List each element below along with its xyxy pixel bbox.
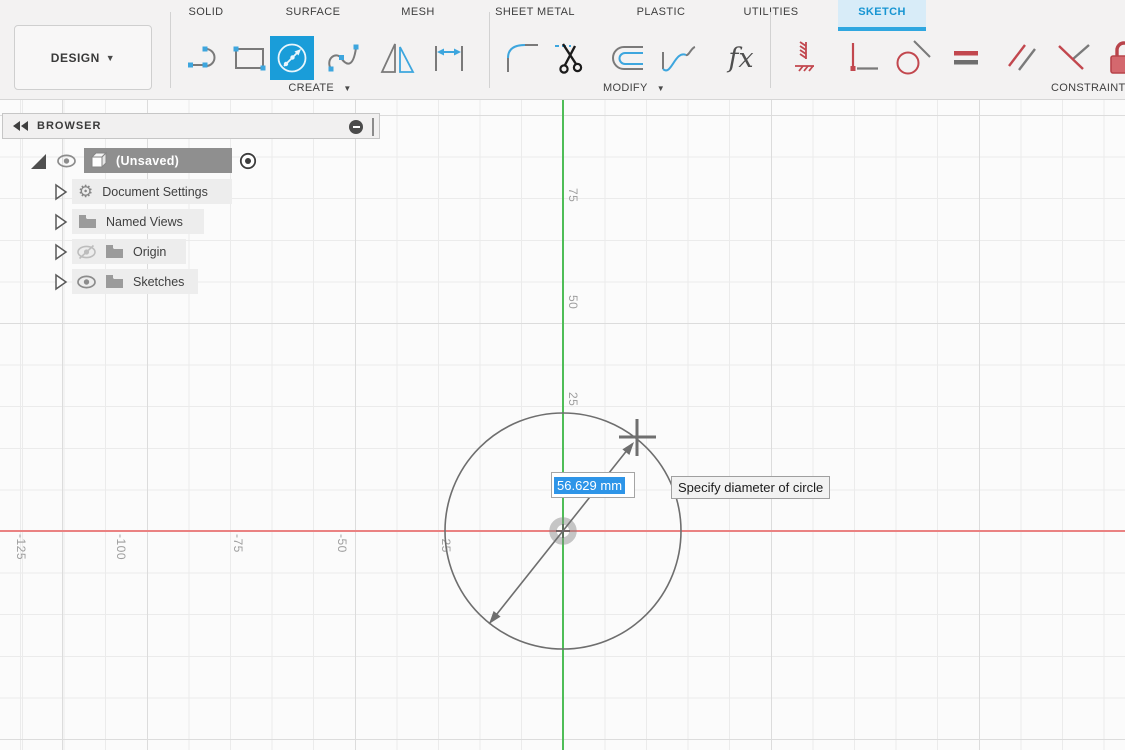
modify-label: MODIFY <box>603 82 648 94</box>
fix-unfix-icon <box>795 41 814 72</box>
line-icon <box>188 46 216 68</box>
browser-row-root[interactable]: (Unsaved) <box>0 148 260 173</box>
fix-constraint-button[interactable] <box>787 36 831 80</box>
tooltip-specify-diameter: Specify diameter of circle <box>671 476 831 499</box>
design-label: DESIGN <box>50 50 100 65</box>
collapsed-triangle-icon[interactable] <box>50 271 70 293</box>
tab-solid[interactable]: SOLID <box>188 6 223 18</box>
panel-remove-icon[interactable] <box>349 120 363 134</box>
gear-icon: ⚙ <box>78 182 94 201</box>
circle-tool-button[interactable] <box>270 36 314 80</box>
tab-sheet-metal[interactable]: SHEET METAL <box>495 6 575 18</box>
horizontal-vertical-constraint-button[interactable] <box>839 36 883 80</box>
browser-row-document-settings[interactable]: ⚙ Document Settings <box>0 179 208 204</box>
browser-header[interactable]: BROWSER <box>2 113 380 139</box>
diameter-input-value: 56.629 mm <box>554 476 626 494</box>
document-name: (Unsaved) <box>116 153 180 168</box>
offset-tool-button[interactable] <box>604 36 648 80</box>
collapse-panel-icon[interactable] <box>11 118 29 134</box>
browser-row-named-views[interactable]: Named Views <box>0 209 183 234</box>
constraints-label: CONSTRAINTS <box>1051 82 1125 94</box>
root-selected-highlight[interactable]: (Unsaved) <box>84 148 232 173</box>
equal-constraint-button[interactable] <box>944 36 988 80</box>
fx-icon: fx <box>728 42 754 74</box>
folder-icon <box>105 274 124 289</box>
visibility-off-eye-icon[interactable] <box>76 244 97 260</box>
panel-drag-handle[interactable] <box>372 118 374 136</box>
design-context-dropdown[interactable]: DESIGN ▼ <box>14 25 152 90</box>
trim-tool-button[interactable] <box>550 36 594 80</box>
visibility-eye-icon[interactable] <box>56 153 77 169</box>
active-tab-underline <box>838 27 926 31</box>
chevron-down-icon: ▼ <box>656 84 665 93</box>
tree-item-label[interactable]: Named Views <box>106 215 183 229</box>
fillet-icon <box>507 44 538 72</box>
collapsed-triangle-icon[interactable] <box>50 211 70 233</box>
lock-icon <box>1110 41 1125 74</box>
change-parameters-button[interactable]: fx <box>719 36 763 80</box>
fusion-window: SOLID SURFACE MESH SHEET METAL PLASTIC U… <box>0 0 1125 750</box>
rectangle-icon <box>233 46 266 71</box>
sketch-dimension-icon <box>435 46 463 71</box>
spline-tool-button[interactable] <box>321 36 365 80</box>
folder-icon <box>105 244 124 259</box>
rectangle-tool-button[interactable] <box>227 36 271 80</box>
toolbar-divider <box>170 12 171 88</box>
activate-component-icon[interactable] <box>238 151 258 171</box>
spline-icon <box>328 44 359 72</box>
ribbon-toolbar: SOLID SURFACE MESH SHEET METAL PLASTIC U… <box>0 0 1125 100</box>
circle-center-diameter-icon <box>277 43 307 73</box>
equal-icon <box>954 51 978 65</box>
browser-title: BROWSER <box>37 120 102 132</box>
horizontal-vertical-icon <box>850 43 878 71</box>
perpendicular-constraint-button[interactable] <box>1051 36 1095 80</box>
visibility-eye-icon[interactable] <box>76 274 97 290</box>
toolbar-divider <box>770 12 771 88</box>
trim-scissors-icon <box>555 43 583 74</box>
parallel-constraint-button[interactable] <box>1000 36 1044 80</box>
browser-row-sketches[interactable]: Sketches <box>0 269 184 294</box>
parallel-icon <box>1008 44 1036 71</box>
tangent-constraint-button[interactable] <box>891 36 935 80</box>
mirror-icon <box>380 43 415 73</box>
modify-group-dropdown[interactable]: MODIFY ▼ <box>603 82 665 94</box>
diameter-line <box>488 443 633 625</box>
component-cube-icon <box>90 151 108 169</box>
tree-item-label[interactable]: Origin <box>133 245 166 259</box>
constraints-group-label: CONSTRAINTS <box>1051 82 1125 94</box>
create-label: CREATE <box>288 82 335 94</box>
tab-mesh[interactable]: MESH <box>401 6 434 18</box>
chevron-down-icon: ▼ <box>343 84 352 93</box>
tab-surface[interactable]: SURFACE <box>286 6 341 18</box>
toolbar-divider <box>489 12 490 88</box>
diameter-input[interactable]: 56.629 mm <box>551 472 635 498</box>
dimension-tool-button[interactable] <box>427 36 471 80</box>
tangent-icon <box>896 40 931 75</box>
offset-icon <box>612 46 643 70</box>
extend-tool-button[interactable] <box>656 36 700 80</box>
collapsed-triangle-icon[interactable] <box>50 181 70 203</box>
chevron-down-icon: ▼ <box>105 52 116 63</box>
tab-sketch[interactable]: SKETCH <box>858 6 906 18</box>
tab-plastic[interactable]: PLASTIC <box>637 6 686 18</box>
folder-icon <box>78 214 97 229</box>
tree-item-label[interactable]: Document Settings <box>102 185 208 199</box>
create-group-dropdown[interactable]: CREATE ▼ <box>288 82 351 94</box>
tree-item-label[interactable]: Sketches <box>133 275 184 289</box>
tab-sketch-active[interactable]: SKETCH <box>838 0 926 31</box>
tab-utilities[interactable]: UTILITIES <box>744 6 799 18</box>
sketch-lock-button[interactable] <box>1102 36 1125 80</box>
expand-triangle-icon[interactable] <box>28 149 50 173</box>
fillet-tool-button[interactable] <box>499 36 543 80</box>
perpendicular-icon <box>1058 44 1090 70</box>
mirror-tool-button[interactable] <box>376 36 420 80</box>
collapsed-triangle-icon[interactable] <box>50 241 70 263</box>
browser-row-origin[interactable]: Origin <box>0 239 166 264</box>
diameter-arrowhead-bottom <box>489 611 501 624</box>
line-tool-button[interactable] <box>183 36 227 80</box>
extend-icon <box>662 46 696 72</box>
